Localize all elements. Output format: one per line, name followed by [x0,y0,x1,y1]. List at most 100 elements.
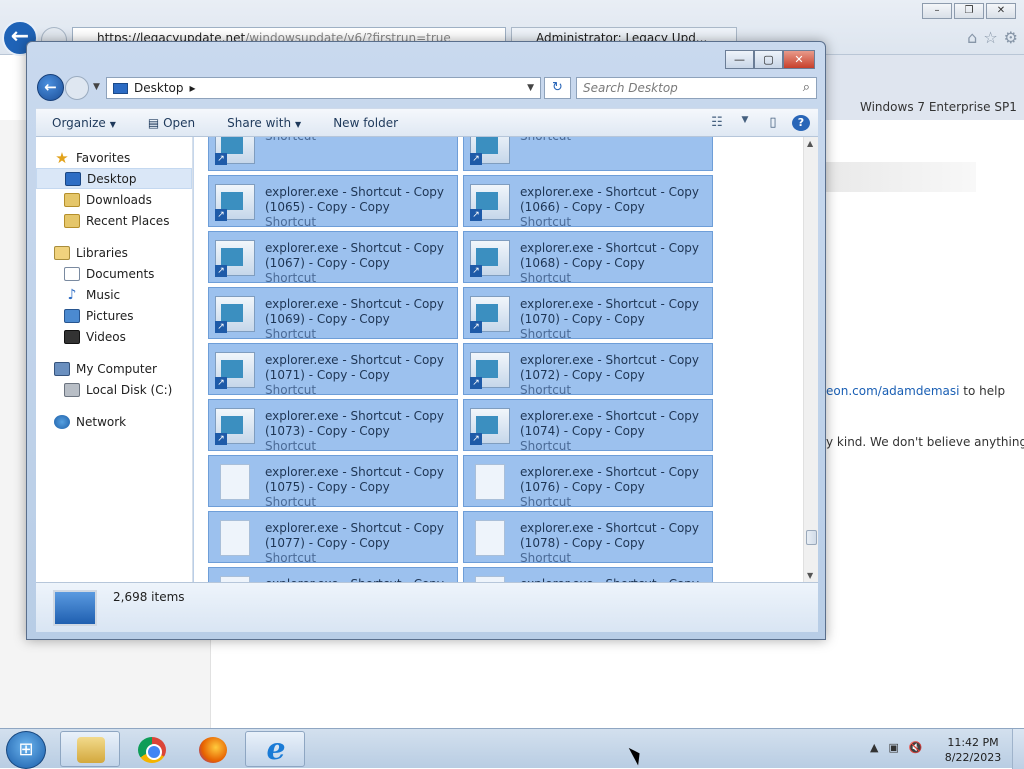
nav-favorites[interactable]: ★ Favorites [36,147,192,168]
nav-documents[interactable]: Documents [36,263,192,284]
organize-button[interactable]: Organize ▼ [36,116,132,130]
taskbar-firefox-button[interactable] [182,731,242,767]
breadcrumb-arrow-icon[interactable]: ▸ [190,81,196,95]
refresh-button[interactable]: ↻ [544,77,571,99]
file-name-line: explorer.exe - Shortcut - Copy [520,521,700,535]
shortcut-app-icon [215,296,255,333]
nav-music[interactable]: ♪ Music [36,284,192,305]
file-name-line: (1072) - Copy - Copy [520,368,645,382]
show-desktop-button[interactable] [1012,729,1024,769]
file-type: Shortcut [265,137,457,144]
browser-minimize-button[interactable]: – [922,3,952,19]
file-item[interactable]: explorer.exe - Shortcut - Copy(1072) - C… [463,343,713,395]
donate-link[interactable]: eon.com/adamdemasi [826,384,959,398]
file-item[interactable]: explorer.exe - Shortcut - Copy (1078) - C… [463,511,713,563]
new-folder-button[interactable]: New folder [317,116,414,130]
forward-button[interactable] [65,76,89,100]
scrollbar-thumb[interactable] [806,530,817,545]
file-item[interactable]: explorer.exe - Shortcut - Copy(1071) - C… [208,343,458,395]
pictures-icon [64,308,80,323]
show-hidden-icons-icon[interactable]: ▲ [870,741,878,754]
nav-label: Local Disk (C:) [86,382,173,397]
ie-icon: e [266,732,286,767]
file-item[interactable]: explorer.exe - Shortcut - Copy(1073) - C… [208,399,458,451]
file-item[interactable]: explorer.exe - Shortcut - Copy (1075) - C… [208,455,458,507]
start-button[interactable]: ⊞ [6,731,46,769]
recent-places-icon [64,213,80,228]
address-bar[interactable]: Desktop ▸ ▼ [106,77,541,99]
scroll-up-icon[interactable]: ▲ [807,139,813,148]
file-item[interactable]: Shortcut [208,137,458,171]
file-name-line: (1077) - Copy - Copy [265,536,390,550]
os-version-label: Windows 7 Enterprise SP1 [860,100,1017,114]
computer-icon [54,361,70,376]
shortcut-app-icon [215,352,255,389]
file-item[interactable]: explorer.exe - Shortcut - Copy(1069) - C… [208,287,458,339]
search-input[interactable]: Search Desktop ⌕ [576,77,817,99]
recent-pages-dropdown[interactable]: ▼ [93,82,100,92]
taskbar-explorer-button[interactable] [60,731,120,767]
file-item[interactable]: Shortcut [463,137,713,171]
address-location: Desktop [134,81,184,95]
file-type: Shortcut [265,439,317,451]
clock[interactable]: 11:42 PM 8/22/2023 [942,735,1004,765]
file-item[interactable]: explorer.exe - Shortcut - Copy(1074) - C… [463,399,713,451]
volume-muted-icon[interactable]: 🔇 [909,741,923,754]
file-type: Shortcut [265,215,317,227]
nav-local-disk[interactable]: Local Disk (C:) [36,379,192,400]
nav-label: My Computer [76,361,157,376]
file-item[interactable]: explorer.exe - Shortcut - Copy (1077) - C… [208,511,458,563]
file-item[interactable]: explorer.exe - Shortcut - Copy(1068) - C… [463,231,713,283]
nav-label: Recent Places [86,213,170,228]
browser-maximize-button[interactable]: ❐ [954,3,984,19]
nav-network[interactable]: Network [36,411,192,432]
file-item[interactable]: explorer.exe - Shortcut - Copy(1079) - C… [208,567,458,582]
nav-libraries[interactable]: Libraries [36,242,192,263]
file-item[interactable]: explorer.exe - Shortcut - Copy(1065) - C… [208,175,458,227]
share-with-button[interactable]: Share with ▼ [211,116,317,130]
network-tray-icon[interactable]: ▣ [888,741,898,754]
taskbar-chrome-button[interactable] [121,731,181,767]
scroll-down-icon[interactable]: ▼ [807,571,813,580]
shortcut-app-icon [470,184,510,221]
file-item[interactable]: explorer.exe - Shortcut - Copy(1080) - C… [463,567,713,582]
details-pane: 2,698 items [36,582,818,632]
explorer-maximize-button[interactable]: ▢ [754,50,783,69]
nav-my-computer[interactable]: My Computer [36,358,192,379]
nav-pictures[interactable]: Pictures [36,305,192,326]
star-icon[interactable]: ☆ [983,28,997,47]
desktop-thumbnail-icon [53,590,97,626]
search-icon[interactable]: ⌕ [803,80,810,95]
file-item[interactable]: explorer.exe - Shortcut - Copy(1070) - C… [463,287,713,339]
page-text-privacy: y kind. We don't believe anything [826,435,1024,449]
clock-date: 8/22/2023 [944,751,1002,764]
address-dropdown-icon[interactable]: ▼ [527,83,534,93]
file-name-line: explorer.exe - Shortcut - Copy [520,465,700,479]
file-name-line: explorer.exe - Shortcut - Copy [265,409,445,423]
file-item[interactable]: explorer.exe - Shortcut - Copy(1066) - C… [463,175,713,227]
nav-videos[interactable]: Videos [36,326,192,347]
nav-desktop[interactable]: Desktop [36,168,192,189]
file-item[interactable]: explorer.exe - Shortcut - Copy (1076) - C… [463,455,713,507]
progress-placeholder [826,162,976,192]
help-icon[interactable]: ? [792,114,810,131]
explorer-minimize-button[interactable]: — [725,50,754,69]
nav-downloads[interactable]: Downloads [36,189,192,210]
vertical-scrollbar[interactable]: ▲ ▼ [803,137,818,582]
preview-pane-icon[interactable]: ▯ [764,115,782,131]
back-button[interactable]: ← [37,74,64,101]
browser-close-button[interactable]: ✕ [986,3,1016,19]
taskbar-ie-button[interactable]: e [245,731,305,767]
nav-label: Documents [86,266,155,281]
gear-icon[interactable]: ⚙ [1004,28,1018,47]
file-item[interactable]: explorer.exe - Shortcut - Copy(1067) - C… [208,231,458,283]
explorer-close-button[interactable]: ✕ [783,50,815,69]
nav-recent-places[interactable]: Recent Places [36,210,192,231]
view-dropdown-icon[interactable]: ▼ [736,115,754,131]
file-type: Shortcut [520,439,572,451]
change-view-icon[interactable]: ☷ [708,115,726,131]
nav-label: Downloads [86,192,152,207]
home-icon[interactable]: ⌂ [967,28,977,47]
open-button[interactable]: ▤ Open [132,116,211,130]
blank-file-icon [475,520,505,556]
